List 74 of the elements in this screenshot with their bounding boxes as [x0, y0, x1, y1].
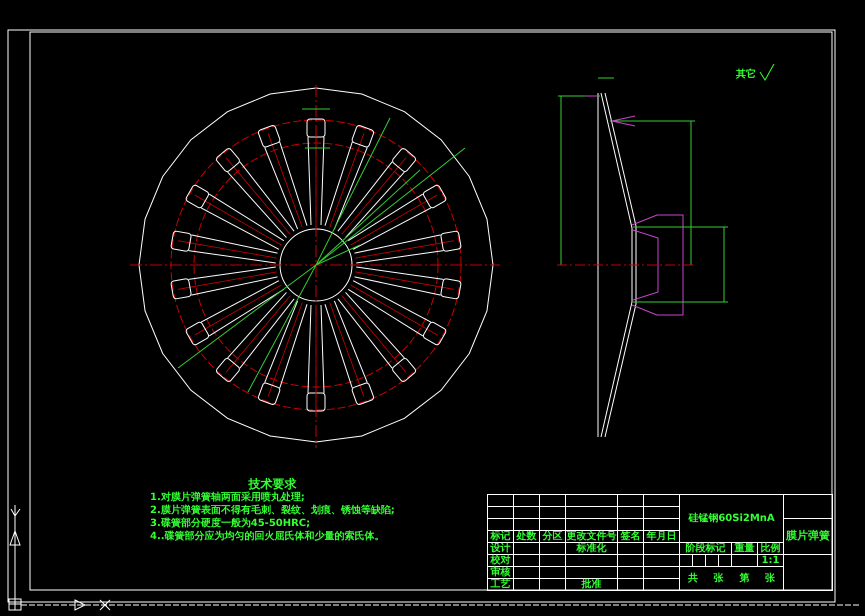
title-block-label: 分区 — [540, 531, 566, 543]
title-block-cell — [540, 543, 566, 555]
requirement-item: 1.对膜片弹簧轴两面采用喷丸处理; — [150, 493, 306, 503]
title-block-cell — [514, 507, 540, 519]
title-block-cell — [566, 507, 618, 519]
title-block-label: 标记 — [488, 531, 514, 543]
title-block-cell — [644, 495, 680, 507]
title-block-label: 工艺 — [488, 579, 514, 591]
title-block-cell — [488, 495, 514, 507]
roughness-icon — [760, 64, 774, 81]
title-block-label: 校对 — [488, 555, 514, 567]
title-block-cell — [680, 555, 693, 567]
title-block-cell — [719, 555, 732, 567]
title-block-cell — [618, 579, 644, 591]
title-block-cell — [618, 567, 644, 579]
title-block-cell — [566, 519, 618, 531]
requirement-item: 3.碟簧部分硬度一般为45-50HRC; — [150, 519, 312, 529]
title-block-label: 年月日 — [644, 531, 680, 543]
title-block-label: 重量 — [732, 543, 758, 555]
title-block-cell — [514, 579, 540, 591]
title-block-cell — [540, 579, 566, 591]
title-block-cell — [784, 555, 833, 591]
title-block-cell — [618, 555, 644, 567]
title-block-cell — [784, 495, 833, 519]
title-block-cell — [488, 507, 514, 519]
title-block-label: 标准化 — [566, 543, 618, 555]
title-block-label: 签名 — [618, 531, 644, 543]
title-block-label: 阶段标记 — [680, 543, 732, 555]
title-block-cell — [540, 495, 566, 507]
title-block-cell — [540, 519, 566, 531]
sheet-label: 张 — [765, 574, 776, 584]
requirements-title: 技术要求 — [248, 478, 296, 490]
title-block-cell — [644, 555, 680, 567]
title-block-cell — [514, 567, 540, 579]
title-block-cell — [540, 567, 566, 579]
title-block-label: 比例 — [758, 543, 784, 555]
title-block-cell — [644, 507, 680, 519]
title-block-cell — [644, 519, 680, 531]
requirement-item: 2.膜片弹簧表面不得有毛刺、裂纹、划痕、锈蚀等缺陷; — [150, 506, 395, 516]
material-cell: 硅锰钢60Si2MnA — [680, 495, 784, 543]
title-block-label: 设计 — [488, 543, 514, 555]
sheet-label: 第 — [739, 574, 750, 584]
title-block-cell — [566, 567, 618, 579]
title-block-cell — [644, 543, 680, 555]
scale-value: 1:1 — [758, 555, 784, 567]
title-block-cell — [693, 555, 706, 567]
title-block-label: 审核 — [488, 567, 514, 579]
ucs-icon — [8, 504, 860, 611]
cad-canvas[interactable]: 其它 技术要求 1.对膜片弹簧轴两面采用喷丸处理; 2.膜片弹簧表面不得有毛刺、裂纹、划痕、锈蚀等缺陷; 3.碟簧部分硬度一般为45-50HRC; 4..碟簧部分应为均匀的回火屈氏体和少量的索氏体。 标记 处数 分区 更改文件号 签名 年月日 设计 标准化 校对 审核 工艺 批准 硅锰钢60Si2MnA 阶段标记 重量 比例 1:1 共 张 第 张 膜片弹簧 — [0, 0, 865, 616]
title-block-cell — [488, 519, 514, 531]
title-block-cell — [514, 543, 540, 555]
title-block-label: 更改文件号 — [566, 531, 618, 543]
title-block-cell — [514, 495, 540, 507]
requirement-item: 4..碟簧部分应为均匀的回火屈氏体和少量的索氏体。 — [150, 532, 386, 542]
title-block-cell — [706, 555, 719, 567]
title-block-cell — [514, 555, 540, 567]
title-block-cell — [618, 495, 644, 507]
title-block-cell — [566, 555, 618, 567]
title-block-cell — [732, 555, 758, 567]
title-block-label: 处数 — [514, 531, 540, 543]
sheet-label: 共 — [688, 574, 698, 584]
roughness-note: 其它 — [736, 70, 756, 80]
title-block-cell — [540, 555, 566, 567]
title-block-cell — [618, 543, 644, 555]
title-block-cell — [566, 495, 618, 507]
title-block-cell — [618, 507, 644, 519]
title-block-cell — [540, 507, 566, 519]
part-name-cell: 膜片弹簧 — [784, 519, 833, 555]
title-block-cell — [618, 519, 644, 531]
title-block-cell — [514, 519, 540, 531]
sheet-label: 张 — [714, 574, 724, 584]
title-block-label: 批准 — [566, 579, 618, 591]
title-block-cell — [644, 579, 680, 591]
title-block-cell — [644, 567, 680, 579]
